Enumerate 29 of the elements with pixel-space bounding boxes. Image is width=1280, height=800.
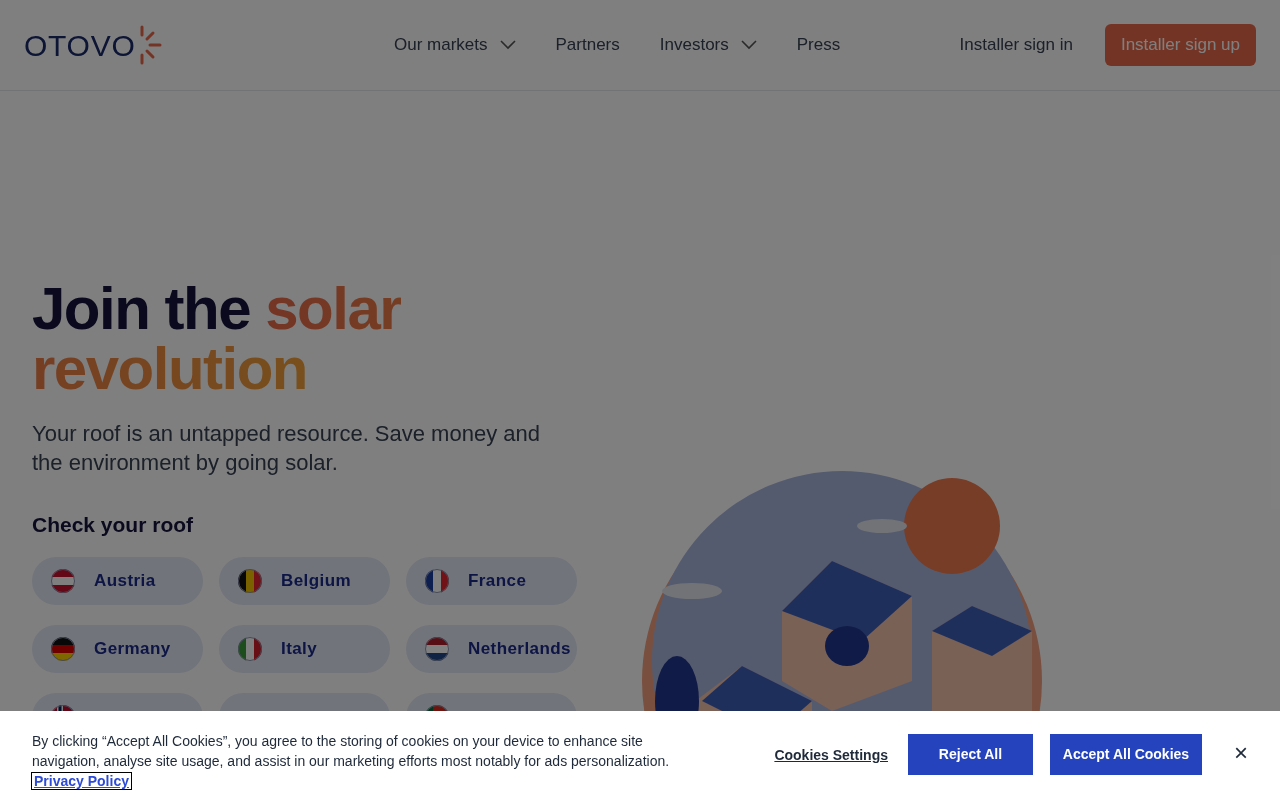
- chevron-down-icon: [499, 40, 516, 50]
- reject-all-button[interactable]: Reject All: [908, 734, 1033, 775]
- country-button[interactable]: France: [406, 556, 577, 605]
- privacy-policy-link[interactable]: Privacy Policy: [32, 773, 131, 789]
- nav-link[interactable]: Press: [796, 32, 841, 58]
- flag-icon: [425, 636, 449, 661]
- country-button[interactable]: Belgium: [219, 556, 390, 605]
- nav-link[interactable]: Partners: [555, 32, 620, 58]
- nav-dropdown[interactable]: Our markets: [394, 32, 516, 58]
- cookies-settings-button[interactable]: Cookies Settings: [774, 745, 888, 766]
- country-button[interactable]: Germany: [32, 624, 203, 673]
- flag-icon: [238, 568, 262, 593]
- country-button[interactable]: Netherlands: [406, 624, 577, 673]
- flag-icon: [425, 568, 449, 593]
- logo-text[interactable]: OTOVO: [24, 22, 136, 68]
- hero-subtitle: Your roof is an untapped resource. Save money and the environment by going solar.: [32, 420, 541, 477]
- close-button[interactable]: ×: [1234, 741, 1248, 765]
- chevron-down-icon: [740, 40, 757, 50]
- check-roof-label: Check your roof: [32, 512, 195, 538]
- flag-icon: [51, 568, 75, 593]
- country-button[interactable]: Italy: [219, 624, 390, 673]
- flag-icon: [238, 636, 262, 661]
- country-button[interactable]: Austria: [32, 556, 203, 605]
- sign-in-link[interactable]: Installer sign in: [959, 32, 1073, 58]
- flag-icon: [51, 636, 75, 661]
- sign-up-button[interactable]: Installer sign up: [1104, 24, 1256, 66]
- accept-all-cookies-button[interactable]: Accept All Cookies: [1050, 734, 1202, 775]
- cookie-consent-text: By clicking “Accept All Cookies”, you agree to the storing of cookies on your device to enhance site navigation, analyse site usage, and assist in our marketing efforts most notably for ads personalization. Privacy Policy: [32, 732, 671, 791]
- nav-dropdown[interactable]: Investors: [659, 32, 757, 58]
